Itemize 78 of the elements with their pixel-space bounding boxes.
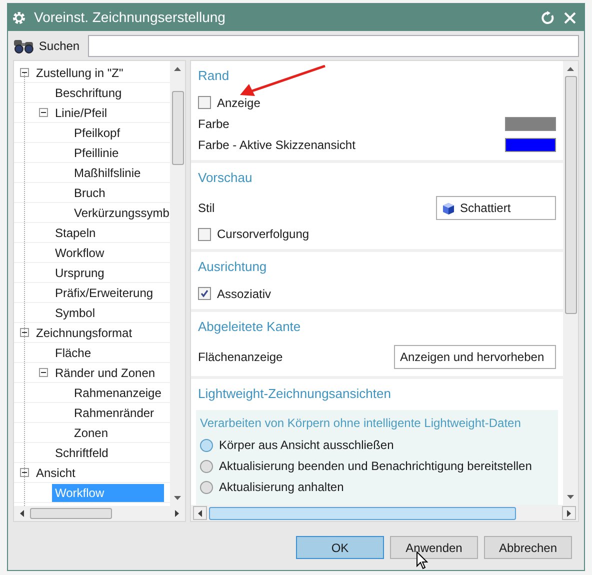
- radio-label: Aktualisierung anhalten: [219, 479, 344, 496]
- checkbox[interactable]: [198, 287, 211, 300]
- tree-item[interactable]: Ansicht: [33, 464, 78, 482]
- tree-item[interactable]: Linie/Pfeil: [52, 104, 110, 122]
- close-icon[interactable]: [563, 10, 577, 24]
- section-title: Vorschau: [198, 168, 252, 186]
- radio-button[interactable]: [200, 460, 213, 472]
- radio-button[interactable]: [200, 480, 213, 494]
- tree-item[interactable]: Maßhilfslinie: [71, 164, 144, 182]
- scroll-up-icon[interactable]: [567, 67, 574, 71]
- collapse-icon[interactable]: [20, 68, 29, 77]
- tree-item[interactable]: Präfix/Erweiterung: [52, 284, 156, 302]
- radio-label: Aktualisierung beenden und Benachrichtigung bereitstellen: [219, 458, 532, 475]
- collapse-icon[interactable]: [20, 468, 29, 477]
- dialog-button[interactable]: OK: [296, 536, 384, 559]
- reset-icon[interactable]: [541, 10, 555, 24]
- binoculars-icon: [13, 38, 35, 54]
- tree-item[interactable]: Schriftfeld: [52, 444, 112, 462]
- scroll-up-icon[interactable]: [174, 67, 181, 71]
- dropdown[interactable]: Anzeigen und hervorheben: [394, 345, 556, 369]
- color-swatch[interactable]: [505, 138, 556, 152]
- section-title: Ausrichtung: [198, 258, 267, 276]
- scroll-down-icon[interactable]: [567, 495, 574, 499]
- tree-item[interactable]: Fläche: [52, 344, 94, 362]
- tree-item[interactable]: Pfeillinie: [71, 144, 122, 162]
- radio-label: Körper aus Ansicht ausschließen: [219, 437, 394, 454]
- scroll-right-icon[interactable]: [567, 510, 571, 516]
- tree-item[interactable]: Bruch: [71, 184, 108, 202]
- group-title: Verarbeiten von Körpern ohne intelligente Lightweight-Daten: [200, 414, 522, 432]
- checkbox-label: Cursorverfolgung: [217, 226, 310, 243]
- color-label: Farbe - Aktive Skizzenansicht: [198, 137, 356, 154]
- collapse-icon[interactable]: [39, 108, 48, 117]
- tree-item[interactable]: Rahmenränder: [71, 404, 158, 422]
- tree-item[interactable]: Stapeln: [52, 224, 99, 242]
- scrollbar-thumb[interactable]: [209, 506, 516, 520]
- dropdown-label: Flächenanzeige: [198, 349, 283, 366]
- dropdown-label: Stil: [198, 200, 215, 217]
- checkbox-label: Assoziativ: [217, 286, 272, 302]
- scrollbar-thumb[interactable]: [564, 76, 576, 314]
- vertical-scrollbar[interactable]: [170, 61, 185, 506]
- checkbox-label: Anzeige: [217, 94, 260, 112]
- dialog-button[interactable]: Abbrechen: [484, 536, 572, 559]
- scroll-left-icon[interactable]: [20, 510, 24, 517]
- tree-item[interactable]: Ränder und Zonen: [52, 364, 158, 382]
- collapse-icon[interactable]: [39, 368, 48, 377]
- collapse-icon[interactable]: [20, 328, 29, 337]
- section-title: Rand: [198, 67, 230, 85]
- search-label: Suchen: [38, 38, 80, 54]
- checkbox[interactable]: [198, 228, 211, 240]
- scroll-down-icon[interactable]: [174, 496, 181, 500]
- dropdown[interactable]: Schattiert: [436, 196, 556, 220]
- horizontal-scrollbar[interactable]: [191, 505, 578, 521]
- section-title: Abgeleitete Kante: [198, 318, 301, 336]
- tree-item[interactable]: Workflow: [52, 244, 108, 262]
- scrollbar-thumb[interactable]: [30, 508, 112, 519]
- dialog-button[interactable]: Anwenden: [390, 536, 478, 559]
- tree-item[interactable]: Rahmenanzeige: [71, 384, 164, 402]
- horizontal-scrollbar[interactable]: [14, 506, 185, 521]
- section-title: Lightweight-Zeichnungsansichten: [198, 385, 391, 403]
- tree-item[interactable]: Beschriftung: [52, 84, 125, 102]
- tree-item[interactable]: Zustellung in "Z": [33, 64, 126, 82]
- tree-item[interactable]: Ursprung: [52, 264, 108, 282]
- window-title: Voreinst. Zeichnungserstellung: [34, 8, 226, 27]
- color-swatch[interactable]: [505, 117, 556, 131]
- scroll-left-icon[interactable]: [198, 510, 202, 516]
- color-label: Farbe: [198, 116, 230, 133]
- scrollbar-thumb[interactable]: [172, 91, 184, 165]
- checkbox[interactable]: [198, 96, 211, 109]
- tree-item[interactable]: Zeichnungsformat: [33, 324, 136, 342]
- mouse-pointer-icon: [416, 551, 428, 570]
- tree-item[interactable]: Verkürzungssymb: [71, 204, 170, 222]
- search-field[interactable]: [88, 34, 579, 56]
- tree-item[interactable]: Zonen: [71, 424, 112, 442]
- radio-button[interactable]: [200, 438, 213, 452]
- tree-item[interactable]: Symbol: [52, 304, 98, 322]
- settings-icon: [12, 10, 26, 24]
- scroll-right-icon[interactable]: [175, 510, 179, 517]
- tree-item[interactable]: Pfeilkopf: [71, 124, 124, 142]
